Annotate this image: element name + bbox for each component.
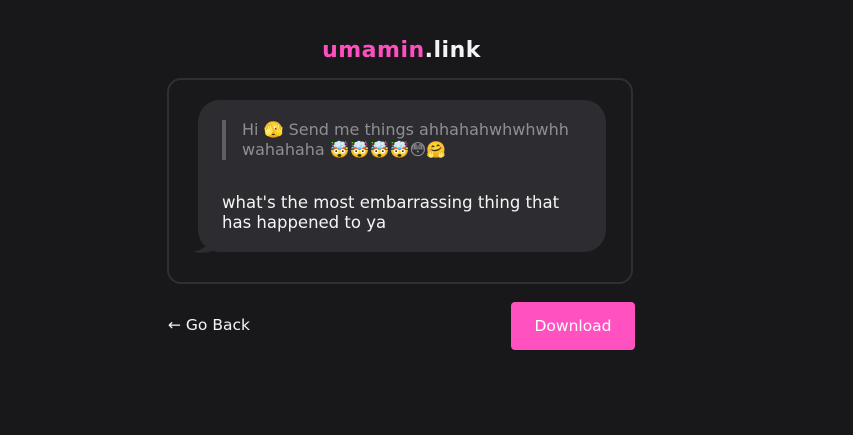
prompt-quote: Hi 🫣 Send me things ahhahahwhwhwhhwahaha… — [222, 120, 572, 160]
message-bubble: Hi 🫣 Send me things ahhahahwhwhwhhwahaha… — [198, 100, 606, 252]
download-button[interactable]: Download — [511, 302, 635, 350]
site-logo: umamin.link — [0, 38, 803, 63]
logo-tld: .link — [424, 38, 481, 63]
question-text: what's the most embarrassing thing that … — [222, 193, 560, 232]
go-back-link[interactable]: ← Go Back — [168, 316, 250, 334]
logo-brand: umamin — [322, 38, 425, 63]
message-card: Hi 🫣 Send me things ahhahahwhwhwhhwahaha… — [167, 78, 633, 284]
